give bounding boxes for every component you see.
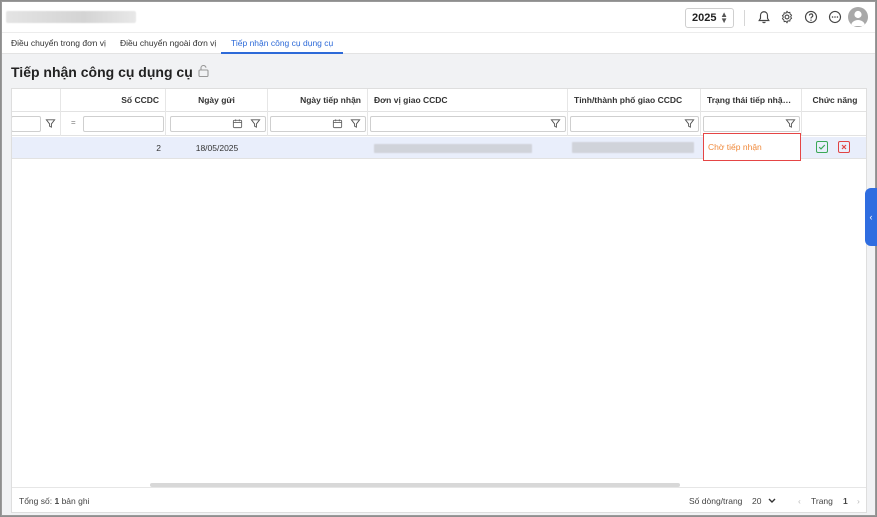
page-size-select[interactable]: 20 <box>752 488 776 512</box>
page-number[interactable]: 1 <box>843 488 848 512</box>
grid-footer: Tổng số: 1 bản ghi Số dòng/trang 20 ‹ Tr… <box>12 487 866 512</box>
page-size-value: 20 <box>752 496 762 506</box>
filter-icon[interactable] <box>785 118 797 130</box>
col-header-tinh-thanh-pho[interactable]: Tỉnh/thành phố giao CCDC <box>568 89 701 112</box>
more-icon[interactable] <box>827 9 843 25</box>
tab-bar: Điều chuyển trong đơn vị Điều chuyển ngo… <box>2 32 875 54</box>
page-size-label: Số dòng/trang <box>689 496 743 506</box>
tab-receive-tools[interactable]: Tiếp nhận công cụ dụng cụ <box>221 33 344 54</box>
year-selector[interactable]: 2025 ▲ ▼ <box>685 8 734 28</box>
filter-cell-don-vi-giao <box>368 112 568 136</box>
user-avatar[interactable] <box>848 7 868 27</box>
filter-icon[interactable] <box>684 118 696 130</box>
filter-cell <box>12 112 61 136</box>
table-row[interactable]: 2 18/05/2025 Chờ tiếp nhận <box>12 133 866 161</box>
filter-cell-ngay-tiep-nhan <box>268 112 368 136</box>
side-panel-toggle[interactable]: ‹ <box>865 188 877 246</box>
year-value: 2025 <box>692 12 717 24</box>
status-badge: Chờ tiếp nhận <box>708 142 762 152</box>
unlock-icon[interactable] <box>198 64 209 80</box>
tab-external-transfer[interactable]: Điều chuyển ngoài đơn vị <box>120 33 216 54</box>
chevron-down-icon <box>768 496 776 506</box>
filter-cell-so-ccdc: = <box>61 112 166 136</box>
gear-icon[interactable] <box>779 9 795 25</box>
top-bar: 2025 ▲ ▼ <box>2 2 875 32</box>
total-unit: bản ghi <box>61 496 90 506</box>
help-icon[interactable] <box>803 9 819 25</box>
cell-so-ccdc: 2 <box>156 143 161 153</box>
divider <box>744 10 745 26</box>
col-header-checkbox[interactable] <box>12 89 61 112</box>
filter-icon[interactable] <box>45 118 57 130</box>
filter-cell-tinh-thanh-pho <box>568 112 701 136</box>
data-grid: Số CCDC Ngày gửi Ngày tiếp nhận Đơn vị g… <box>11 88 867 513</box>
col-header-so-ccdc[interactable]: Số CCDC <box>61 89 166 112</box>
blurred-don-vi-giao <box>374 144 532 153</box>
calendar-icon[interactable] <box>332 118 344 130</box>
col-header-ngay-tiep-nhan[interactable]: Ngày tiếp nhận <box>268 89 368 112</box>
filter-operator[interactable]: = <box>71 118 76 127</box>
tab-internal-transfer[interactable]: Điều chuyển trong đơn vị <box>11 33 106 54</box>
filter-input-don-vi-giao[interactable] <box>370 116 566 132</box>
cell-ngay-gui: 18/05/2025 <box>195 143 239 153</box>
total-value: 1 <box>54 496 60 506</box>
filter-input-so-ccdc[interactable] <box>83 116 164 132</box>
filter-icon[interactable] <box>550 118 562 130</box>
blurred-tinh-thanh-pho <box>572 142 694 153</box>
col-header-don-vi-giao[interactable]: Đơn vị giao CCDC <box>368 89 568 112</box>
grid-header: Số CCDC Ngày gửi Ngày tiếp nhận Đơn vị g… <box>12 89 866 112</box>
reject-button[interactable] <box>838 141 850 153</box>
col-header-ngay-gui[interactable]: Ngày gửi <box>166 89 268 112</box>
filter-icon[interactable] <box>350 118 362 130</box>
filter-icon[interactable] <box>250 118 262 130</box>
prev-page-icon[interactable]: ‹ <box>798 488 801 512</box>
filter-cell-ngay-gui <box>166 112 268 136</box>
bell-icon[interactable] <box>756 9 772 25</box>
accept-button[interactable] <box>816 141 828 153</box>
calendar-icon[interactable] <box>232 118 244 130</box>
col-header-trang-thai[interactable]: Trạng thái tiếp nhận/... <box>701 89 802 112</box>
spinner-arrows-icon[interactable]: ▲ ▼ <box>720 11 728 25</box>
page-title: Tiếp nhận công cụ dụng cụ <box>11 64 209 80</box>
next-page-icon[interactable]: › <box>857 488 860 512</box>
filter-input[interactable] <box>12 116 41 132</box>
total-records: Tổng số: 1 bản ghi <box>19 488 90 512</box>
chevron-left-icon: ‹ <box>869 212 873 222</box>
filter-input-tinh-thanh-pho[interactable] <box>570 116 699 132</box>
total-label: Tổng số: <box>19 496 53 506</box>
filter-cell-chuc-nang <box>802 112 866 136</box>
app-window: 2025 ▲ ▼ Điều chuyển trong đơn vị Điều ch… <box>1 1 876 516</box>
status-cell: Chờ tiếp nhận <box>703 133 801 161</box>
main-content: Tiếp nhận công cụ dụng cụ Số CCDC Ngày g… <box>2 54 875 515</box>
page-title-text: Tiếp nhận công cụ dụng cụ <box>11 64 193 80</box>
page-label: Trang <box>811 496 833 506</box>
cell-ngay-tiep-nhan <box>268 137 368 159</box>
col-header-chuc-nang: Chức năng <box>812 95 858 105</box>
blurred-logo <box>6 11 136 23</box>
